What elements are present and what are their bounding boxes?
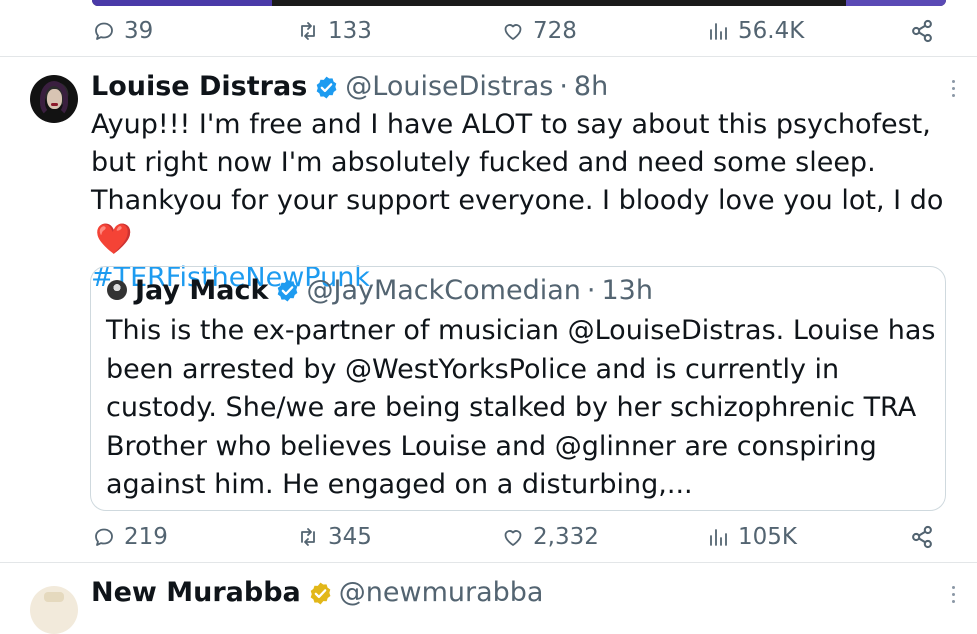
heart-outline-icon bbox=[504, 530, 522, 546]
reply-icon bbox=[95, 528, 113, 546]
like-count: 2,332 bbox=[533, 524, 599, 550]
share-icon[interactable] bbox=[908, 17, 936, 45]
avatar-lips-shape bbox=[51, 103, 58, 106]
author-handle[interactable]: @LouiseDistras bbox=[345, 70, 553, 104]
verified-badge-icon[interactable] bbox=[314, 75, 339, 100]
quoted-tweet-header: Jay Mack @JayMackComedian · 13h bbox=[107, 273, 653, 307]
views-chart-icon bbox=[710, 529, 727, 546]
retweet-icon bbox=[301, 22, 315, 40]
separator-dot: · bbox=[559, 71, 568, 102]
tweet-timestamp[interactable]: 8h bbox=[574, 70, 608, 104]
next-author-name[interactable]: New Murabba bbox=[91, 576, 301, 610]
retweet-button[interactable]: 345 bbox=[296, 519, 372, 555]
views-chart-icon bbox=[710, 23, 727, 40]
view-count: 105K bbox=[738, 524, 797, 550]
more-options-icon[interactable] bbox=[949, 586, 957, 606]
author-name[interactable]: Louise Distras bbox=[91, 70, 307, 104]
quoted-author-handle[interactable]: @JayMackComedian bbox=[306, 275, 580, 306]
quoted-tweet-card[interactable]: Jay Mack @JayMackComedian · 13h This is … bbox=[90, 266, 946, 511]
reply-icon bbox=[95, 22, 113, 40]
verified-badge-icon[interactable] bbox=[275, 278, 300, 303]
next-tweet-header: New Murabba @newmurabba bbox=[91, 576, 543, 610]
tweet-header: Louise Distras @LouiseDistras · 8h bbox=[91, 70, 608, 104]
next-author-handle[interactable]: @newmurabba bbox=[339, 576, 544, 610]
separator-dot: · bbox=[586, 274, 596, 306]
retweet-count: 345 bbox=[328, 524, 372, 550]
tweet-divider bbox=[0, 56, 977, 57]
quoted-avatar[interactable] bbox=[107, 280, 127, 300]
previous-tweet-media[interactable] bbox=[92, 0, 946, 6]
quoted-author-name[interactable]: Jay Mack bbox=[135, 275, 268, 306]
share-icon[interactable] bbox=[908, 523, 936, 551]
avatar[interactable] bbox=[30, 75, 78, 123]
quoted-tweet-text: This is the ex-partner of musician @Loui… bbox=[106, 315, 936, 500]
like-button[interactable]: 728 bbox=[501, 13, 577, 49]
reply-button[interactable]: 219 bbox=[92, 519, 168, 555]
quoted-tweet-timestamp[interactable]: 13h bbox=[601, 275, 652, 306]
retweet-icon bbox=[301, 528, 315, 546]
view-count: 56.4K bbox=[738, 18, 805, 44]
views-button[interactable]: 105K bbox=[706, 519, 797, 555]
avatar-face-shape bbox=[47, 89, 62, 109]
tweet-actions: 219 345 2,332 105K bbox=[0, 519, 977, 555]
reply-count: 219 bbox=[124, 524, 168, 550]
tweet-divider bbox=[0, 562, 977, 563]
tweet-body: Ayup!!! I'm free and I have ALOT to say … bbox=[91, 109, 944, 216]
red-heart-emoji: ❤️ bbox=[95, 222, 133, 257]
previous-tweet-actions: 39 133 728 56.4K bbox=[0, 13, 977, 49]
like-count: 728 bbox=[533, 18, 577, 44]
gold-verified-badge-icon[interactable] bbox=[308, 581, 333, 606]
retweet-button[interactable]: 133 bbox=[296, 13, 372, 49]
views-button[interactable]: 56.4K bbox=[706, 13, 804, 49]
heart-outline-icon bbox=[504, 24, 522, 40]
more-options-icon[interactable] bbox=[949, 80, 957, 100]
reply-button[interactable]: 39 bbox=[92, 13, 153, 49]
retweet-count: 133 bbox=[328, 18, 372, 44]
like-button[interactable]: 2,332 bbox=[501, 519, 599, 555]
next-tweet-avatar[interactable] bbox=[30, 586, 78, 634]
reply-count: 39 bbox=[124, 18, 154, 44]
